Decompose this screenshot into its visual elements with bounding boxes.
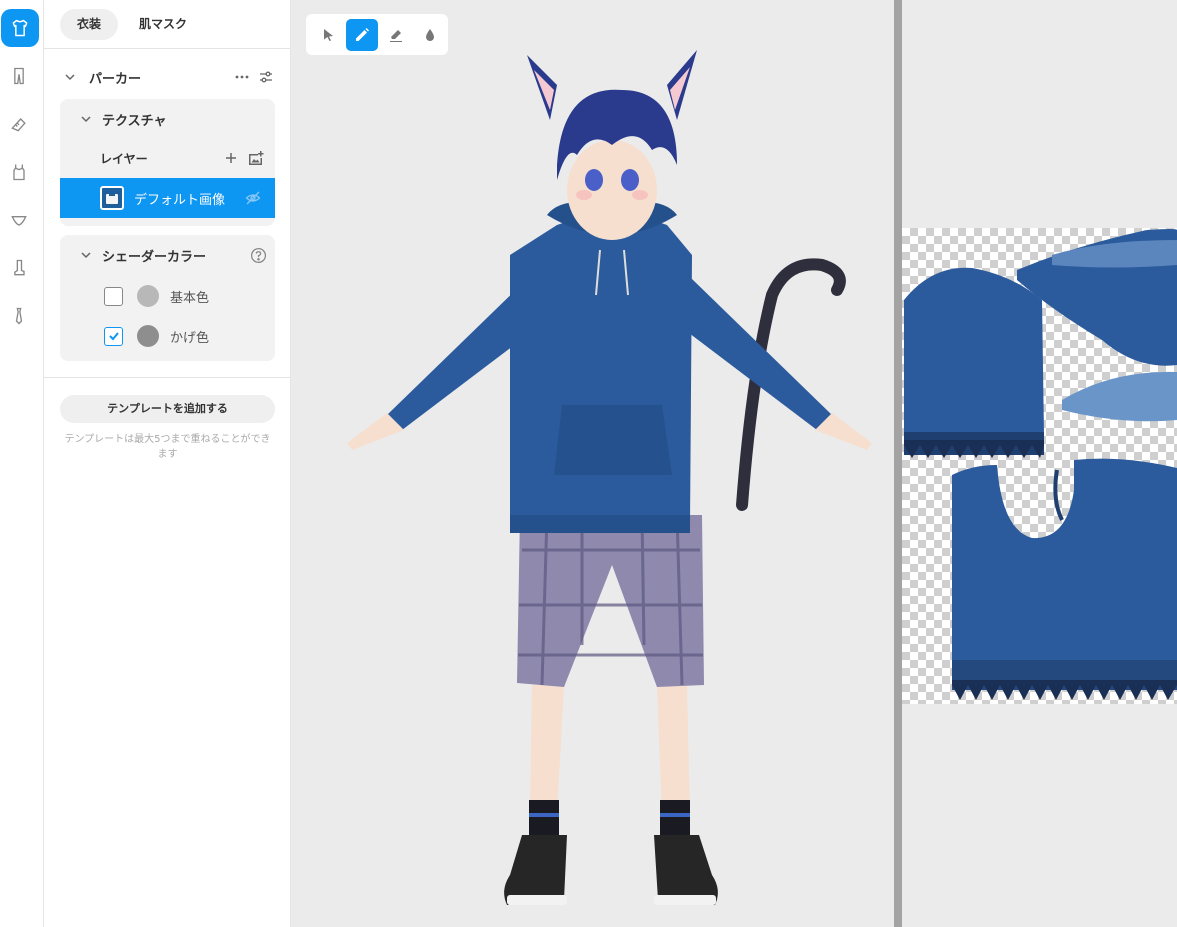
texture-header[interactable]: テクスチャ: [80, 109, 166, 129]
base-color-label: 基本色: [170, 290, 210, 306]
drop-fill-icon: [426, 28, 434, 41]
chevron-down-icon: [81, 252, 91, 259]
tab-costume[interactable]: 衣装: [60, 9, 119, 40]
chevron-down-icon: [81, 116, 91, 123]
add-layer-icon[interactable]: [224, 151, 238, 165]
texture-title: テクスチャ: [102, 113, 167, 129]
shadow-color-swatch[interactable]: [137, 325, 159, 347]
cursor-icon: [324, 28, 333, 41]
shader-color-shadow: かげ色: [104, 324, 209, 348]
visibility-off-icon[interactable]: [245, 190, 261, 206]
base-color-swatch[interactable]: [137, 285, 159, 307]
shader-color-base: 基本色: [104, 284, 209, 308]
layers-header: レイヤー: [100, 148, 264, 168]
garment-header[interactable]: パーカー: [64, 67, 274, 87]
panel-splitter[interactable]: [894, 0, 902, 927]
rail-item-tops[interactable]: [1, 9, 39, 47]
layer-name: デフォルト画像: [134, 192, 226, 208]
category-rail: [0, 0, 44, 927]
tanktop-icon: [13, 164, 25, 181]
garment-title: パーカー: [89, 71, 142, 87]
template-note: テンプレートは最大5つまで重ねることができます: [64, 434, 271, 460]
sock-icon: [14, 259, 25, 276]
uv-texture-islands: [904, 229, 1177, 700]
divider: [44, 377, 291, 378]
pants-icon: [14, 67, 24, 85]
check-icon: [108, 332, 119, 341]
rail-item-underwear[interactable]: [0, 201, 38, 239]
shader-title: シェーダーカラー: [102, 249, 207, 265]
base-color-checkbox[interactable]: [104, 286, 123, 306]
tie-icon: [15, 307, 23, 325]
chevron-down-icon: [65, 74, 75, 81]
panel-tabs: 衣装 肌マスク: [60, 9, 204, 40]
divider: [44, 48, 291, 49]
character-model: [347, 50, 872, 905]
layer-thumbnail: [100, 186, 124, 210]
rail-item-accessories[interactable]: [0, 297, 38, 335]
settings-sliders-icon[interactable]: [258, 69, 274, 85]
underwear-icon: [11, 216, 27, 226]
shoe-icon: [11, 118, 26, 132]
texture-editor-view[interactable]: [902, 0, 1177, 927]
rail-item-innerwear[interactable]: [0, 153, 38, 191]
add-image-icon[interactable]: [248, 150, 264, 166]
rail-item-shoes[interactable]: [0, 105, 38, 143]
help-icon[interactable]: [250, 247, 267, 264]
shirt-icon: [12, 19, 28, 37]
pencil-icon: [356, 27, 369, 41]
eraser-icon: [390, 29, 402, 42]
rail-item-bottoms[interactable]: [0, 57, 38, 95]
shadow-color-label: かげ色: [170, 330, 210, 346]
tab-skin-mask[interactable]: 肌マスク: [122, 9, 204, 40]
layer-item-default[interactable]: デフォルト画像: [60, 178, 275, 218]
layers-label: レイヤー: [100, 151, 148, 166]
properties-panel: 衣装 肌マスク パーカー テクスチャ レイヤー デフォルト画像 シェーダーカラー: [44, 0, 291, 927]
model-viewport[interactable]: [292, 0, 894, 927]
more-icon[interactable]: [234, 69, 250, 85]
rail-item-socks[interactable]: [0, 249, 38, 287]
add-template-button[interactable]: テンプレートを追加する: [60, 395, 275, 423]
shadow-color-checkbox[interactable]: [104, 326, 123, 346]
shader-header[interactable]: シェーダーカラー: [80, 245, 267, 265]
